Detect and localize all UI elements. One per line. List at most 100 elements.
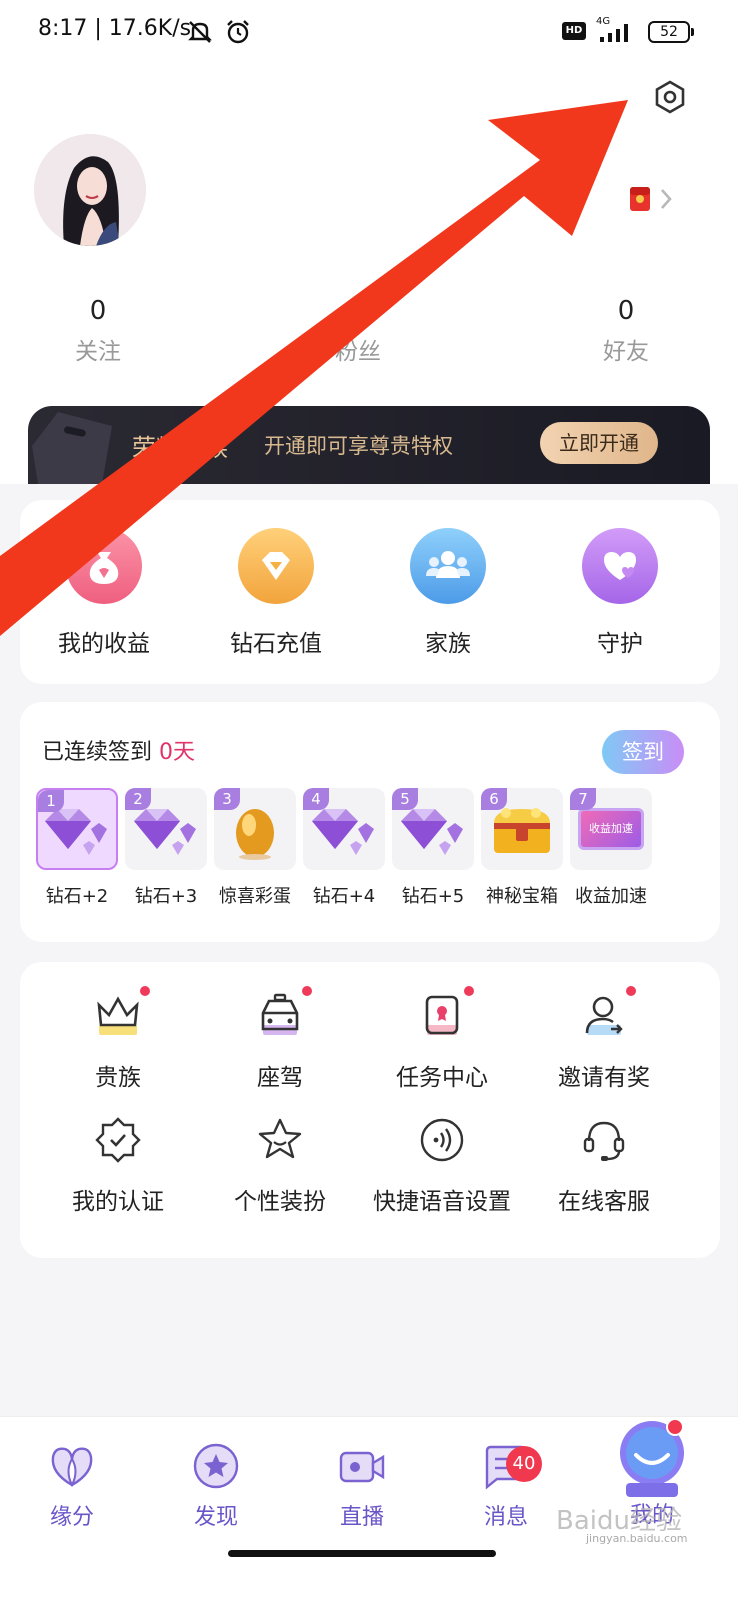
hd-badge: HD xyxy=(562,22,586,40)
task-icon xyxy=(414,986,474,1044)
day-reward-label: 钻石+3 xyxy=(134,886,198,907)
following-count: 0 xyxy=(89,296,107,326)
sign-in-day-5[interactable]: 5 钻石+5 xyxy=(392,788,474,908)
noble-tag-icon xyxy=(32,412,112,484)
sign-in-day-7[interactable]: 7 收益加速 收益加速 xyxy=(570,788,652,908)
menu-label-dressup: 个性装扮 xyxy=(234,1189,326,1215)
menu-item-invite[interactable]: 邀请有奖 xyxy=(516,986,692,1092)
mute-notification-icon xyxy=(186,18,214,52)
menu-label-mount: 座驾 xyxy=(257,1065,303,1091)
friends-label: 好友 xyxy=(603,339,649,365)
day-reward-label: 钻石+5 xyxy=(401,886,465,907)
menu-label-invite: 邀请有奖 xyxy=(558,1065,650,1091)
day-reward-label: 收益加速 xyxy=(575,886,647,907)
tab-label-messages: 消息 xyxy=(483,1505,528,1530)
sign-in-prefix: 已连续签到 xyxy=(42,740,159,765)
quick-actions-card: 我的收益 钻石充值 家族 守护 xyxy=(20,500,720,684)
battery-cap xyxy=(691,28,694,36)
sign-in-streak: 已连续签到 0天 xyxy=(42,734,195,766)
fans-count: 0 xyxy=(349,296,367,326)
tab-fate[interactable]: 缘分 xyxy=(12,1441,132,1531)
star-icon xyxy=(252,1112,308,1168)
fans-label: 粉丝 xyxy=(335,339,381,365)
money-bag-icon xyxy=(66,528,142,604)
message-count-badge: 40 xyxy=(506,1446,542,1482)
menu-item-verify[interactable]: 我的认证 xyxy=(30,1112,206,1216)
menu-item-mount[interactable]: 座驾 xyxy=(192,986,368,1092)
quick-item-family[interactable]: 家族 xyxy=(368,528,528,658)
sign-in-day-2[interactable]: 2 钻石+3 xyxy=(125,788,207,908)
home-indicator[interactable] xyxy=(228,1550,496,1557)
quick-item-earnings[interactable]: 我的收益 xyxy=(24,528,184,658)
settings-button[interactable] xyxy=(649,76,691,118)
sign-in-card: 已连续签到 0天 签到 1 钻石+2 2 钻石+3 3 惊喜彩蛋 4 钻石+4 … xyxy=(20,702,720,942)
menu-item-quick-voice[interactable]: 快捷语音设置 xyxy=(354,1112,530,1216)
menu-label-support: 在线客服 xyxy=(558,1189,650,1215)
notification-dot xyxy=(626,986,636,996)
menu-item-support[interactable]: 在线客服 xyxy=(516,1112,692,1216)
day-number: 3 xyxy=(214,788,240,810)
menu-label-verify: 我的认证 xyxy=(72,1189,164,1215)
day-number: 4 xyxy=(303,788,329,810)
sign-in-day-4[interactable]: 4 钻石+4 xyxy=(303,788,385,908)
day-reward-label: 钻石+2 xyxy=(45,886,109,907)
following-label: 关注 xyxy=(75,339,121,365)
sign-in-days: 0天 xyxy=(159,740,195,765)
speed-card-icon: 收益加速 xyxy=(578,808,644,850)
sign-in-day-3[interactable]: 3 惊喜彩蛋 xyxy=(214,788,296,908)
quick-label-earnings: 我的收益 xyxy=(58,631,150,657)
status-time-speed: 8:17 | 17.6K/s xyxy=(38,16,192,41)
menu-label-noble: 贵族 xyxy=(95,1065,141,1091)
quick-item-recharge[interactable]: 钻石充值 xyxy=(196,528,356,658)
quick-label-family: 家族 xyxy=(425,631,471,657)
sign-in-day-6[interactable]: 6 神秘宝箱 xyxy=(481,788,563,908)
tab-label-discover: 发现 xyxy=(193,1505,238,1530)
notification-dot xyxy=(140,986,150,996)
open-noble-button[interactable]: 立即开通 xyxy=(540,422,658,464)
menu-label-tasks: 任务中心 xyxy=(396,1065,488,1091)
day-reward-label: 神秘宝箱 xyxy=(486,886,558,907)
car-icon xyxy=(252,986,312,1044)
tab-messages[interactable]: 消息 xyxy=(446,1441,566,1531)
day-reward-label: 惊喜彩蛋 xyxy=(219,886,291,907)
day-reward-label: 钻石+4 xyxy=(312,886,376,907)
verified-badge-icon xyxy=(90,1112,146,1168)
settings-hexagon-icon xyxy=(655,80,685,114)
sign-in-day-1[interactable]: 1 钻石+2 xyxy=(36,788,118,908)
day-number: 7 xyxy=(570,788,596,810)
noble-title: 荣耀贵族 xyxy=(132,434,228,462)
red-packet-entry[interactable] xyxy=(628,184,684,214)
crown-icon xyxy=(90,986,150,1044)
alarm-icon xyxy=(224,18,252,52)
invite-icon xyxy=(576,986,636,1044)
day-number: 5 xyxy=(392,788,418,810)
live-icon xyxy=(337,1441,387,1491)
day-number: 1 xyxy=(38,790,64,812)
tab-label-fate: 缘分 xyxy=(49,1505,94,1530)
avatar[interactable] xyxy=(34,134,146,246)
menu-item-tasks[interactable]: 任务中心 xyxy=(354,986,530,1092)
tab-discover[interactable]: 发现 xyxy=(156,1441,276,1531)
family-icon xyxy=(410,528,486,604)
stat-fans[interactable]: 0 粉丝 xyxy=(298,296,418,366)
menu-card: 贵族 座驾 任务中心 邀请有奖 我的认证 个性装扮 快捷语音设置 在线客服 xyxy=(20,962,720,1258)
fate-icon xyxy=(47,1441,97,1491)
notification-dot xyxy=(464,986,474,996)
day-number: 2 xyxy=(125,788,151,810)
sign-in-button[interactable]: 签到 xyxy=(602,730,684,774)
tab-live[interactable]: 直播 xyxy=(302,1441,422,1531)
tab-label-live: 直播 xyxy=(339,1505,384,1530)
menu-item-dressup[interactable]: 个性装扮 xyxy=(192,1112,368,1216)
battery-indicator: 52 xyxy=(648,21,690,43)
notification-dot xyxy=(302,986,312,996)
stat-following[interactable]: 0 关注 xyxy=(38,296,158,366)
me-notification-dot xyxy=(666,1418,684,1436)
stat-friends[interactable]: 0 好友 xyxy=(566,296,686,366)
quick-item-guard[interactable]: 守护 xyxy=(540,528,700,658)
diamond-icon xyxy=(238,528,314,604)
heart-icon xyxy=(582,528,658,604)
menu-item-noble[interactable]: 贵族 xyxy=(30,986,206,1092)
noble-banner[interactable]: 荣耀贵族 开通即可享尊贵特权 立即开通 xyxy=(28,406,710,484)
friends-count: 0 xyxy=(617,296,635,326)
headset-icon xyxy=(576,1112,632,1168)
